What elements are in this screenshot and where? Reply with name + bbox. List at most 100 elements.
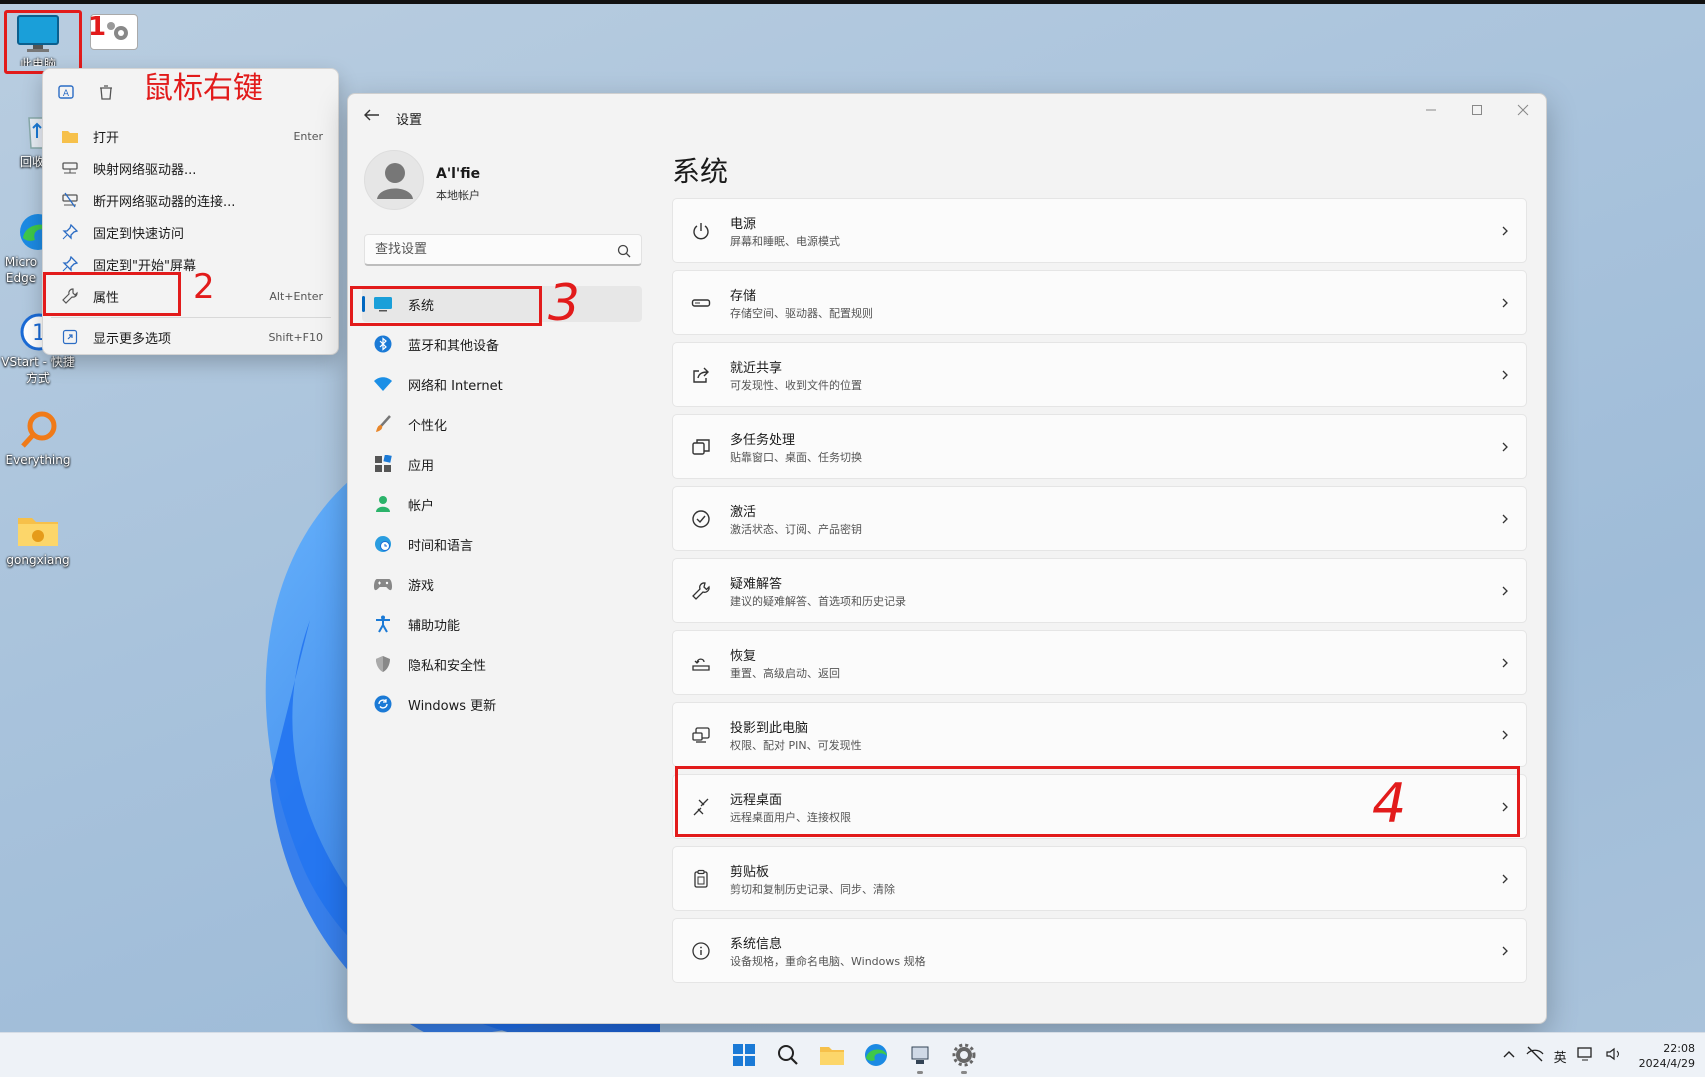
nav-item-bluetooth[interactable]: 蓝牙和其他设备 [362, 326, 642, 362]
menu-item-more-options[interactable]: 显示更多选项 Shift+F10 [51, 322, 331, 352]
chevron-right-icon [1500, 727, 1510, 743]
top-edge [0, 0, 1705, 4]
context-menu: A 鼠标右键 打开 Enter 映射网络驱动器... 断开网络驱动器的连接...… [42, 68, 339, 355]
nav-item-apps[interactable]: 应用 [362, 446, 642, 482]
avatar [364, 150, 424, 210]
chevron-right-icon [1500, 655, 1510, 671]
nav-item-label: Windows 更新 [408, 698, 497, 714]
back-arrow-icon[interactable] [362, 106, 386, 126]
desktop-icon-label: Micro Edge [4, 255, 38, 285]
project-icon [689, 723, 713, 747]
search-icon[interactable] [617, 243, 631, 258]
nav-item-network[interactable]: 网络和 Internet [362, 366, 642, 402]
settings-gear-icon[interactable] [948, 1039, 980, 1074]
menu-item-pin-quick-access[interactable]: 固定到快速访问 [51, 217, 331, 247]
pin-icon [59, 256, 81, 272]
card-system-info[interactable]: 系统信息 设备规格，重命名电脑、Windows 规格 [672, 918, 1527, 983]
chevron-right-icon [1500, 367, 1510, 383]
disconnect-drive-icon [59, 192, 81, 208]
context-menu-toolbar: A [55, 79, 117, 105]
annotation-box-system-nav [350, 286, 542, 326]
card-subtitle: 存储空间、驱动器、配置规则 [730, 307, 873, 320]
page-title: 系统 [672, 155, 729, 188]
user-profile[interactable]: A'l'fie 本地帐户 [364, 150, 634, 216]
clipboard-icon [689, 867, 713, 891]
card-storage[interactable]: 存储 存储空间、驱动器、配置规则 [672, 270, 1527, 335]
menu-item-shortcut: Shift+F10 [268, 330, 323, 344]
multitask-icon [689, 435, 713, 459]
close-icon[interactable] [1500, 94, 1546, 126]
network-app-icon[interactable] [904, 1039, 936, 1074]
desktop-icon-label: gongxiang [6, 553, 70, 567]
clock[interactable]: 22:08 2024/4/29 [1639, 1041, 1695, 1071]
nav-item-label: 网络和 Internet [408, 378, 503, 394]
card-project-to-pc[interactable]: 投影到此电脑 权限、配对 PIN、可发现性 [672, 702, 1527, 767]
title-bar: 设置 [348, 94, 1546, 140]
card-power[interactable]: 电源 屏幕和睡眠、电源模式 [672, 198, 1527, 263]
wifi-icon [372, 373, 394, 395]
chevron-right-icon [1500, 943, 1510, 959]
desktop-icon-gongxiang[interactable]: gongxiang [0, 510, 78, 568]
desktop-icon-everything[interactable]: Everything [0, 410, 78, 468]
card-subtitle: 贴靠窗口、桌面、任务切换 [730, 451, 862, 464]
account-type: 本地帐户 [436, 189, 480, 202]
card-troubleshoot[interactable]: 疑难解答 建议的疑难解答、首选项和历史记录 [672, 558, 1527, 623]
card-title: 激活 [730, 505, 757, 520]
menu-item-disconnect-drive[interactable]: 断开网络驱动器的连接... [51, 185, 331, 215]
power-icon [689, 219, 713, 243]
card-nearby-sharing[interactable]: 就近共享 可发现性、收到文件的位置 [672, 342, 1527, 407]
settings-search[interactable] [364, 234, 642, 266]
nav-item-accounts[interactable]: 帐户 [362, 486, 642, 522]
clock-time: 22:08 [1663, 1042, 1695, 1055]
window-controls [1408, 94, 1546, 126]
nav-item-gaming[interactable]: 游戏 [362, 566, 642, 602]
display-icon[interactable] [1576, 1046, 1595, 1066]
edge-icon[interactable] [860, 1039, 892, 1071]
apps-icon [372, 453, 394, 475]
minimize-icon[interactable] [1408, 94, 1454, 126]
nav-item-windows-update[interactable]: Windows 更新 [362, 686, 642, 722]
network-off-icon[interactable] [1526, 1046, 1544, 1066]
maximize-icon[interactable] [1454, 94, 1500, 126]
menu-item-map-drive[interactable]: 映射网络驱动器... [51, 153, 331, 183]
ime-indicator[interactable]: 英 [1554, 1047, 1567, 1066]
annotation-right-click: 鼠标右键 [143, 71, 263, 106]
file-explorer-icon[interactable] [816, 1039, 848, 1071]
globe-clock-icon [372, 533, 394, 555]
chevron-up-icon[interactable] [1502, 1048, 1516, 1064]
shield-icon [372, 653, 394, 675]
search-input[interactable] [375, 242, 605, 257]
card-subtitle: 可发现性、收到文件的位置 [730, 379, 862, 392]
card-recovery[interactable]: 恢复 重置、高级启动、返回 [672, 630, 1527, 695]
chevron-right-icon [1500, 295, 1510, 311]
menu-item-open[interactable]: 打开 Enter [51, 121, 331, 151]
windows-start-icon[interactable] [728, 1039, 760, 1071]
nav-item-label: 时间和语言 [408, 538, 474, 554]
card-subtitle: 剪切和复制历史记录、同步、清除 [730, 883, 895, 896]
folder-icon [15, 510, 61, 550]
card-subtitle: 设备规格，重命名电脑、Windows 规格 [730, 955, 926, 968]
card-activation[interactable]: 激活 激活状态、订阅、产品密钥 [672, 486, 1527, 551]
search-icon[interactable] [772, 1039, 804, 1071]
annotation-step-3: 3 [548, 274, 580, 332]
card-title: 就近共享 [730, 361, 783, 376]
menu-item-label: 显示更多选项 [93, 331, 172, 347]
card-subtitle: 建议的疑难解答、首选项和历史记录 [730, 595, 906, 608]
nav-item-personalization[interactable]: 个性化 [362, 406, 642, 442]
menu-item-shortcut: Enter [293, 129, 323, 143]
desktop-icon-control[interactable] [74, 14, 154, 50]
card-clipboard[interactable]: 剪贴板 剪切和复制历史记录、同步、清除 [672, 846, 1527, 911]
card-multitasking[interactable]: 多任务处理 贴靠窗口、桌面、任务切换 [672, 414, 1527, 479]
delete-icon[interactable] [95, 81, 117, 103]
card-title: 系统信息 [730, 937, 783, 952]
svg-text:A: A [63, 89, 70, 99]
nav-item-accessibility[interactable]: 辅助功能 [362, 606, 642, 642]
nav-item-label: 游戏 [408, 578, 435, 594]
nav-item-time-language[interactable]: 时间和语言 [362, 526, 642, 562]
rename-icon[interactable]: A [55, 81, 77, 103]
nav-item-label: 辅助功能 [408, 618, 461, 634]
nav-item-privacy[interactable]: 隐私和安全性 [362, 646, 642, 682]
bluetooth-icon [372, 333, 394, 355]
nav-item-label: 应用 [408, 458, 435, 474]
volume-icon[interactable] [1605, 1046, 1623, 1066]
